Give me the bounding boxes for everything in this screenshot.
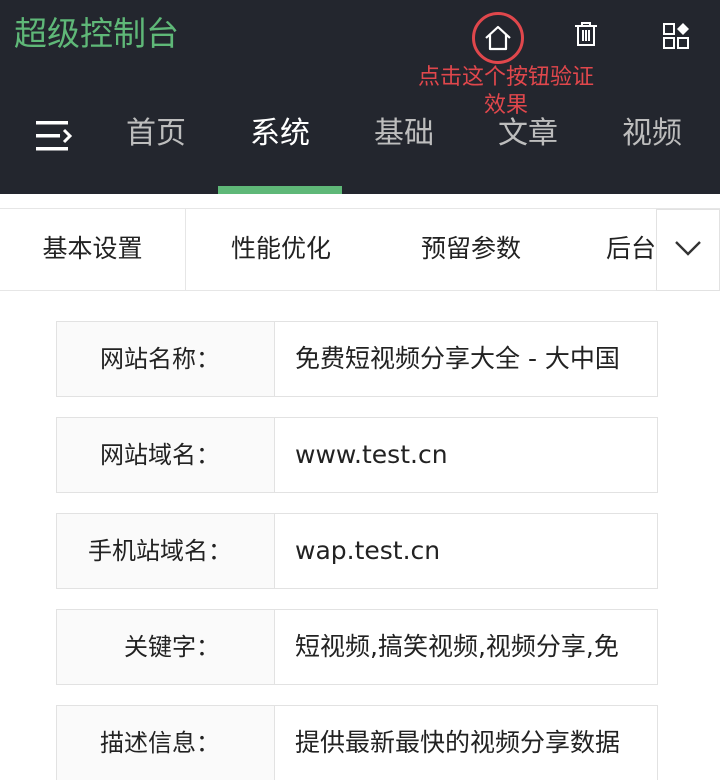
tab-basic-settings[interactable]: 基本设置 [0,209,186,290]
nav-item-label: 文章 [498,116,558,151]
tab-label: 预留参数 [420,234,521,263]
tab-label: 性能优化 [230,234,331,263]
tab-label: 基本设置 [42,234,143,263]
top-header: 超级控制台 点击这个按钮验证效果 首页 系统 基础 文章 视频 [0,0,720,194]
keywords-input[interactable]: 短视频,搞笑视频,视频分享,免 [275,610,657,684]
grid-icon [662,22,690,50]
form-row-keywords: 关键字： 短视频,搞笑视频,视频分享,免 [56,609,658,685]
home-icon [483,23,513,53]
active-tab-indicator [218,186,342,194]
field-label: 网站域名： [57,418,275,492]
site-name-input[interactable]: 免费短视频分享大全 - 大中国 [275,322,657,396]
description-input[interactable]: 提供最新最快的视频分享数据 [275,706,657,780]
tab-reserved-params[interactable]: 预留参数 [376,209,566,290]
nav-item-basic[interactable]: 基础 [342,106,466,194]
nav-item-label: 系统 [250,116,310,151]
site-domain-input[interactable]: www.test.cn [275,418,657,492]
trash-icon [573,20,599,48]
form-row-description: 描述信息： 提供最新最快的视频分享数据 [56,705,658,780]
nav-item-home[interactable]: 首页 [94,106,218,194]
clear-cache-button[interactable] [566,14,606,54]
form-row-site-domain: 网站域名： www.test.cn [56,417,658,493]
tab-performance[interactable]: 性能优化 [186,209,376,290]
menu-collapse-icon [34,121,76,158]
field-label: 关键字： [57,610,275,684]
home-button[interactable] [472,12,524,64]
nav-item-videos[interactable]: 视频 [590,106,714,194]
menu-toggle-button[interactable] [34,118,76,154]
nav-item-label: 首页 [126,116,186,151]
field-label: 描述信息： [57,706,275,780]
chevron-down-icon [674,239,702,261]
nav-item-label: 视频 [622,116,682,151]
more-tabs-button[interactable] [656,209,720,291]
form-row-site-name: 网站名称： 免费短视频分享大全 - 大中国 [56,321,658,397]
field-label: 手机站域名： [57,514,275,588]
mobile-domain-input[interactable]: wap.test.cn [275,514,657,588]
settings-tab-bar: 基本设置 性能优化 预留参数 后台 [0,208,720,291]
theme-button[interactable] [656,14,696,58]
tab-label: 后台 [606,234,657,263]
nav-item-articles[interactable]: 文章 [466,106,590,194]
app-title: 超级控制台 [14,14,179,53]
form-row-mobile-domain: 手机站域名： wap.test.cn [56,513,658,589]
field-label: 网站名称： [57,322,275,396]
nav-item-label: 基础 [374,116,434,151]
nav-item-system[interactable]: 系统 [218,106,342,194]
